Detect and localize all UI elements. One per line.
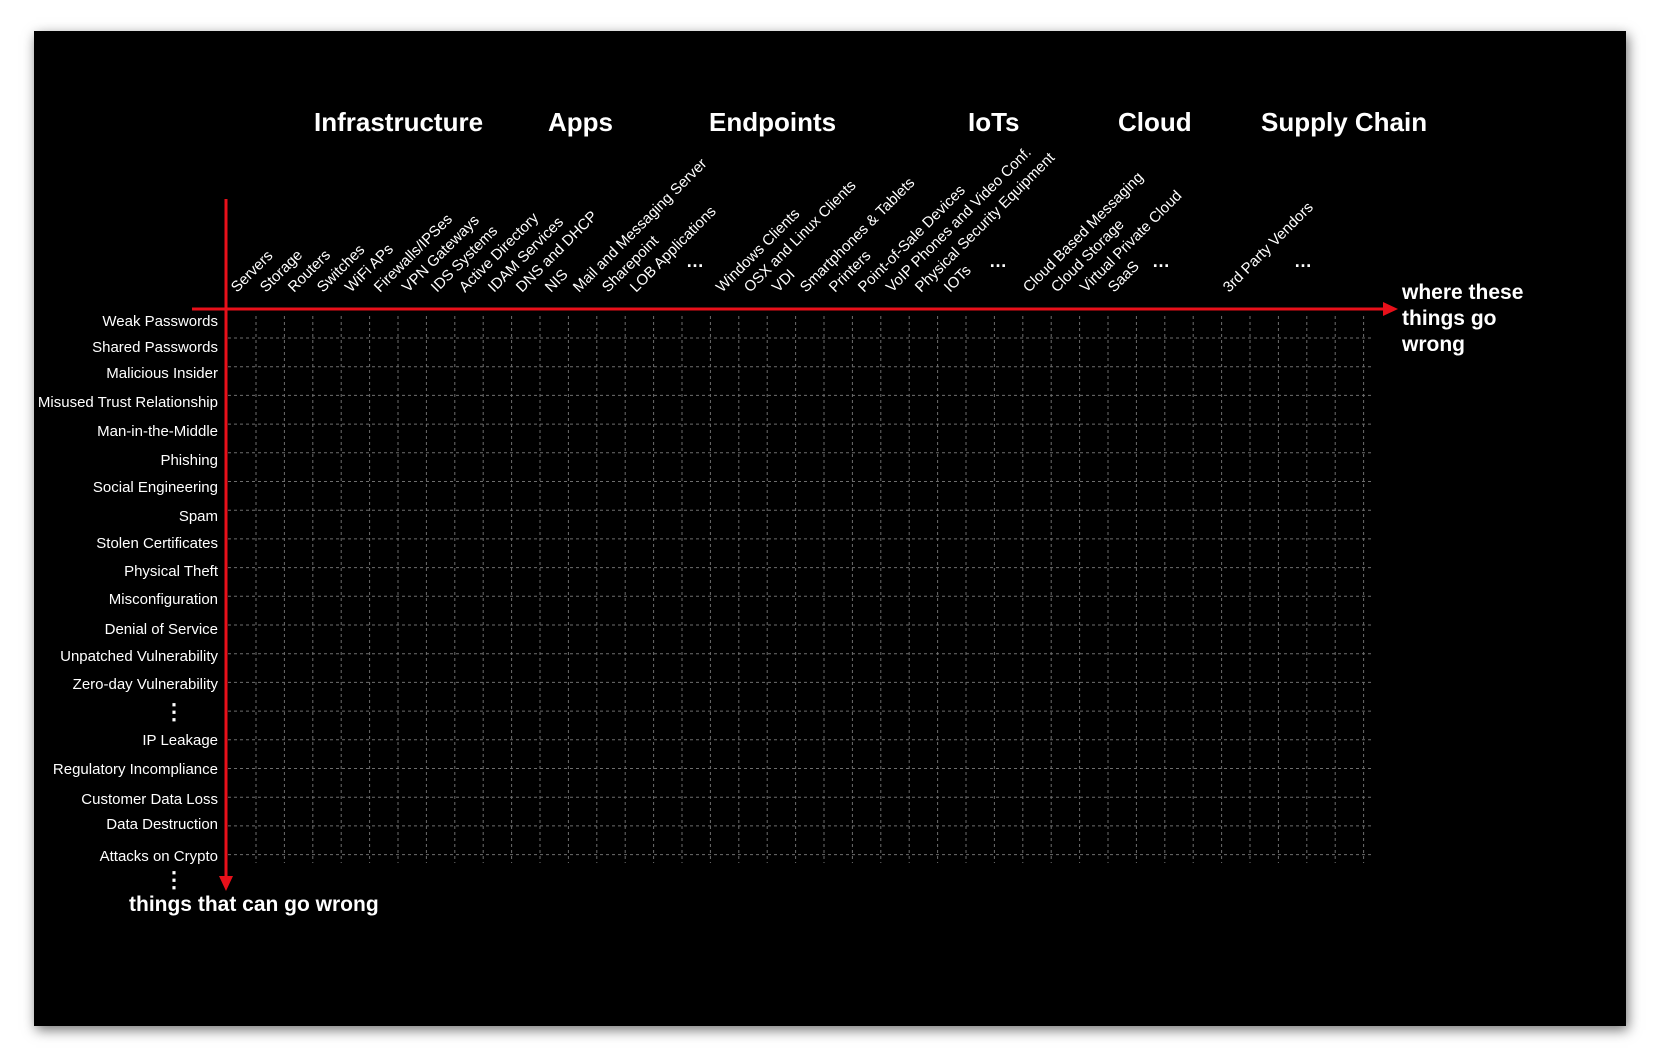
row-label: Customer Data Loss <box>81 791 218 808</box>
row-label: Man-in-the-Middle <box>97 423 218 440</box>
row-ellipsis-bottom: ⋮ <box>163 867 185 892</box>
row-label: Denial of Service <box>105 621 218 638</box>
category-title: IoTs <box>968 107 1020 137</box>
row-label: Stolen Certificates <box>96 535 218 552</box>
row-label: Zero-day Vulnerability <box>73 676 219 693</box>
category-title: Supply Chain <box>1261 107 1427 137</box>
row-label: Phishing <box>160 452 218 469</box>
category-title: Apps <box>548 107 613 137</box>
row-label: Data Destruction <box>106 816 218 833</box>
row-label: Unpatched Vulnerability <box>60 648 218 665</box>
row-ellipsis: ⋮ <box>163 699 185 724</box>
x-axis-label-line: wrong <box>1401 333 1465 356</box>
x-axis-label-line: things go <box>1402 307 1496 330</box>
slide: Infrastructure Apps Endpoints IoTs Cloud Supp… <box>34 31 1626 1026</box>
axes: where these things go wrong things that can… <box>129 199 1523 916</box>
category-title: Cloud <box>1118 107 1192 137</box>
row-label: Misconfiguration <box>109 591 218 608</box>
x-axis-label-line: where these <box>1401 281 1523 304</box>
y-axis-label: things that can go wrong <box>129 893 379 916</box>
row-label: Malicious Insider <box>106 365 218 382</box>
column-labels: ServersStorageRoutersSwitchesWiFi APsFir… <box>228 144 1317 296</box>
row-label: IP Leakage <box>142 732 218 749</box>
grid <box>228 316 1374 863</box>
category-titles: Infrastructure Apps Endpoints IoTs Cloud Supp… <box>314 107 1427 137</box>
row-label: Regulatory Incompliance <box>53 761 218 778</box>
row-label: Shared Passwords <box>92 339 218 356</box>
row-label: Physical Theft <box>124 563 219 580</box>
row-label: Weak Passwords <box>102 313 218 330</box>
column-ellipsis: … <box>1294 251 1312 271</box>
x-axis-label: where these things go wrong <box>1401 281 1523 356</box>
column-ellipsis: … <box>686 251 704 271</box>
column-ellipsis: … <box>1152 251 1170 271</box>
row-label: Spam <box>179 508 218 525</box>
category-title: Endpoints <box>709 107 836 137</box>
category-title: Infrastructure <box>314 107 483 137</box>
row-label: Attacks on Crypto <box>100 848 218 865</box>
x-axis-arrowhead <box>1383 302 1398 316</box>
row-label: Misused Trust Relationship <box>38 394 218 411</box>
attack-surface-matrix: Infrastructure Apps Endpoints IoTs Cloud Supp… <box>38 107 1523 916</box>
row-labels: Weak Passwords Shared Passwords Malicious … <box>38 313 219 892</box>
row-label: Social Engineering <box>93 479 218 496</box>
y-axis-arrowhead <box>219 876 233 891</box>
column-ellipsis: … <box>989 251 1007 271</box>
column-label: 3rd Party Vendors <box>1220 199 1317 296</box>
